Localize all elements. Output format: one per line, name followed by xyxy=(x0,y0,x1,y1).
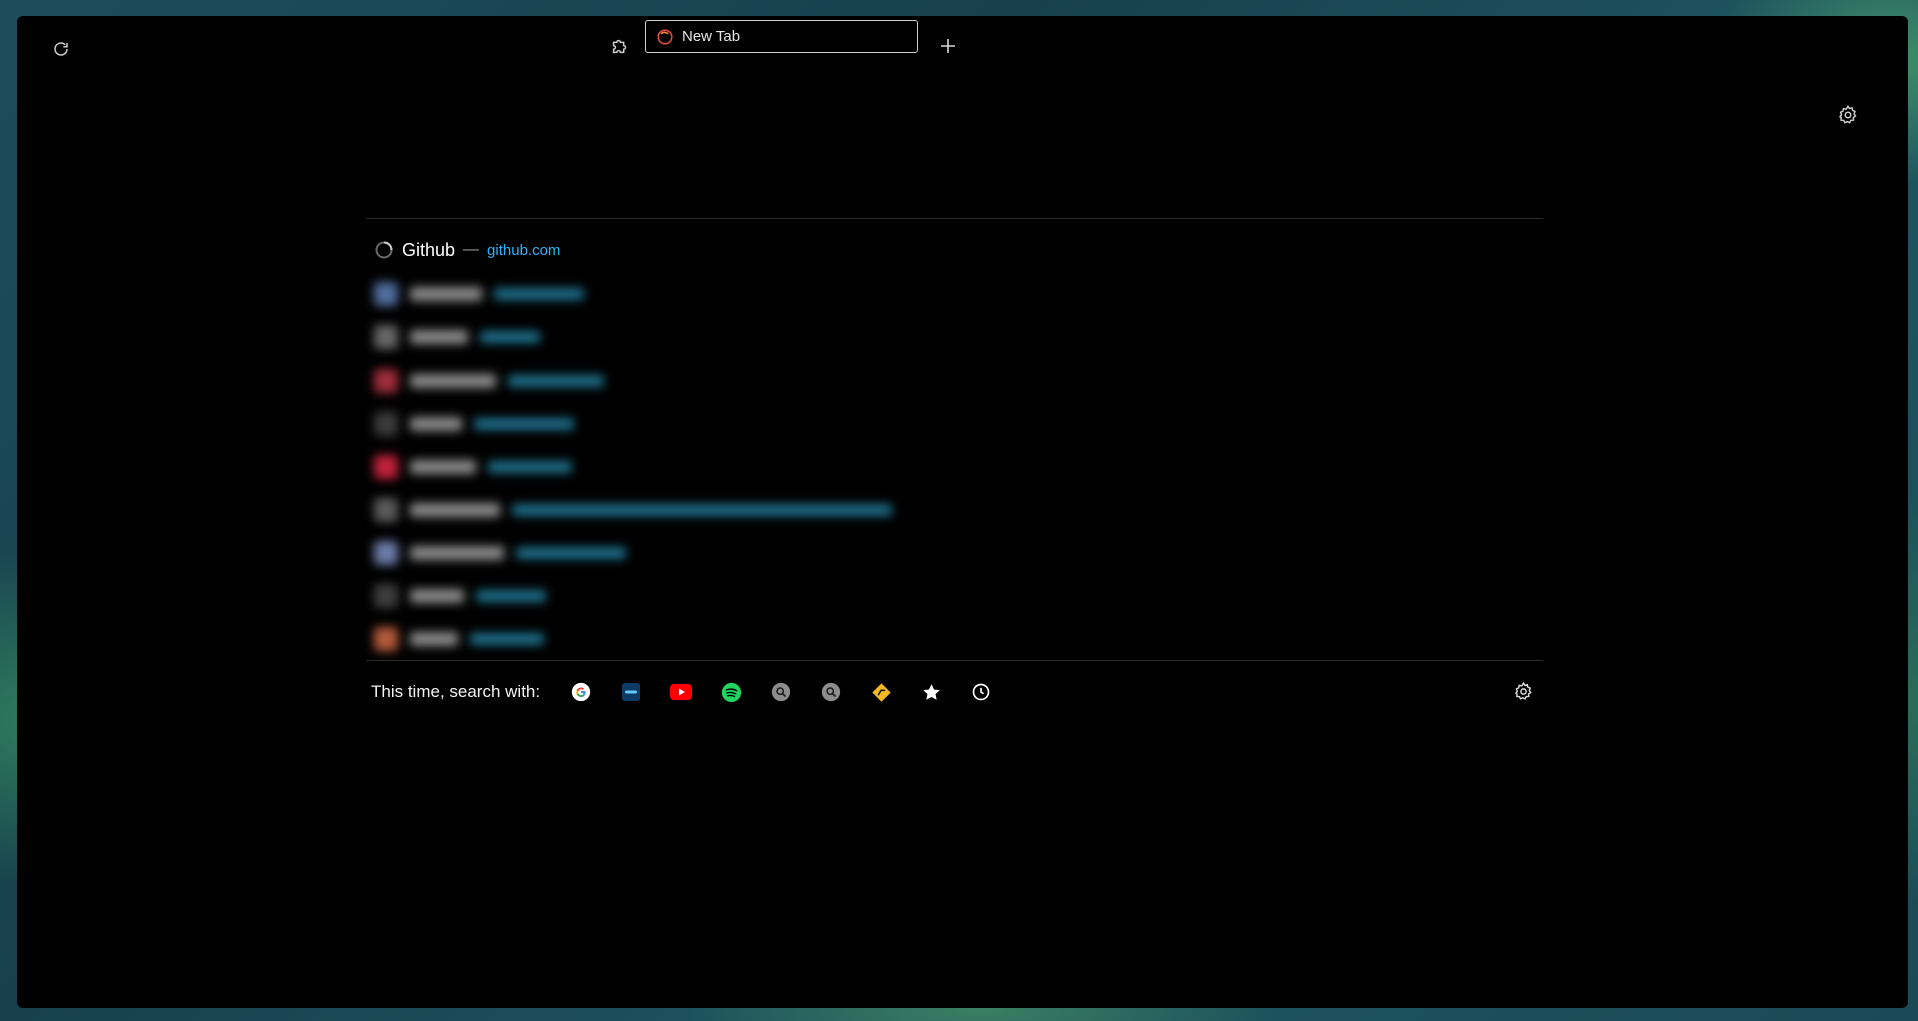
search-with-label: This time, search with: xyxy=(371,682,541,701)
new-tab-button[interactable] xyxy=(931,29,965,63)
engine-5-button[interactable] xyxy=(764,675,798,709)
engine-2-button[interactable] xyxy=(614,675,648,709)
blurred-result-row[interactable] xyxy=(374,624,544,654)
clock-icon xyxy=(972,683,990,701)
blurred-result-row[interactable] xyxy=(374,495,892,525)
browser-window: New Tab Github — github.com This time, s… xyxy=(17,16,1908,1008)
reload-button[interactable] xyxy=(41,29,81,69)
result-url: github.com xyxy=(487,241,561,259)
search-engine-bar: This time, search with: xyxy=(366,661,1543,723)
blurred-result-row[interactable] xyxy=(374,409,574,439)
magnifier-icon xyxy=(821,682,841,702)
spotify-icon xyxy=(721,682,741,702)
youtube-icon xyxy=(670,684,693,700)
tab-new-tab[interactable]: New Tab xyxy=(645,20,918,53)
engine-google-button[interactable] xyxy=(564,675,598,709)
blue-bar-icon xyxy=(622,683,641,701)
engine-6-button[interactable] xyxy=(814,675,848,709)
engine-youtube-button[interactable] xyxy=(664,675,698,709)
magnifier-icon xyxy=(771,682,791,702)
extensions-button[interactable] xyxy=(600,26,640,66)
yellow-diamond-icon xyxy=(871,682,891,702)
google-icon xyxy=(571,682,591,702)
history-button[interactable] xyxy=(964,675,998,709)
engine-7-button[interactable] xyxy=(864,675,898,709)
results-list: Github — github.com xyxy=(366,219,1543,660)
firefox-icon xyxy=(657,28,673,45)
result-title: Github xyxy=(402,239,456,260)
reload-icon xyxy=(54,42,68,56)
page-settings-button[interactable] xyxy=(1828,95,1868,135)
result-row-github[interactable]: Github — github.com xyxy=(374,235,560,265)
gear-icon xyxy=(1514,681,1532,700)
search-settings-button[interactable] xyxy=(1505,673,1541,709)
blurred-result-row[interactable] xyxy=(374,279,584,309)
blurred-result-row[interactable] xyxy=(374,581,546,611)
blurred-result-row[interactable] xyxy=(374,366,604,396)
loading-favicon-icon xyxy=(374,240,394,260)
blurred-result-row[interactable] xyxy=(374,538,626,568)
puzzle-icon xyxy=(612,39,627,54)
result-separator: — xyxy=(463,241,480,258)
search-results-panel: Github — github.com This time, search wi… xyxy=(366,218,1543,723)
blurred-result-row[interactable] xyxy=(374,452,572,482)
engine-spotify-button[interactable] xyxy=(714,675,748,709)
blurred-result-row[interactable] xyxy=(374,322,540,352)
star-icon xyxy=(922,683,940,700)
bookmarks-button[interactable] xyxy=(914,675,948,709)
gear-icon xyxy=(1838,104,1857,124)
tab-title: New Tab xyxy=(682,28,741,45)
plus-icon xyxy=(941,39,955,53)
